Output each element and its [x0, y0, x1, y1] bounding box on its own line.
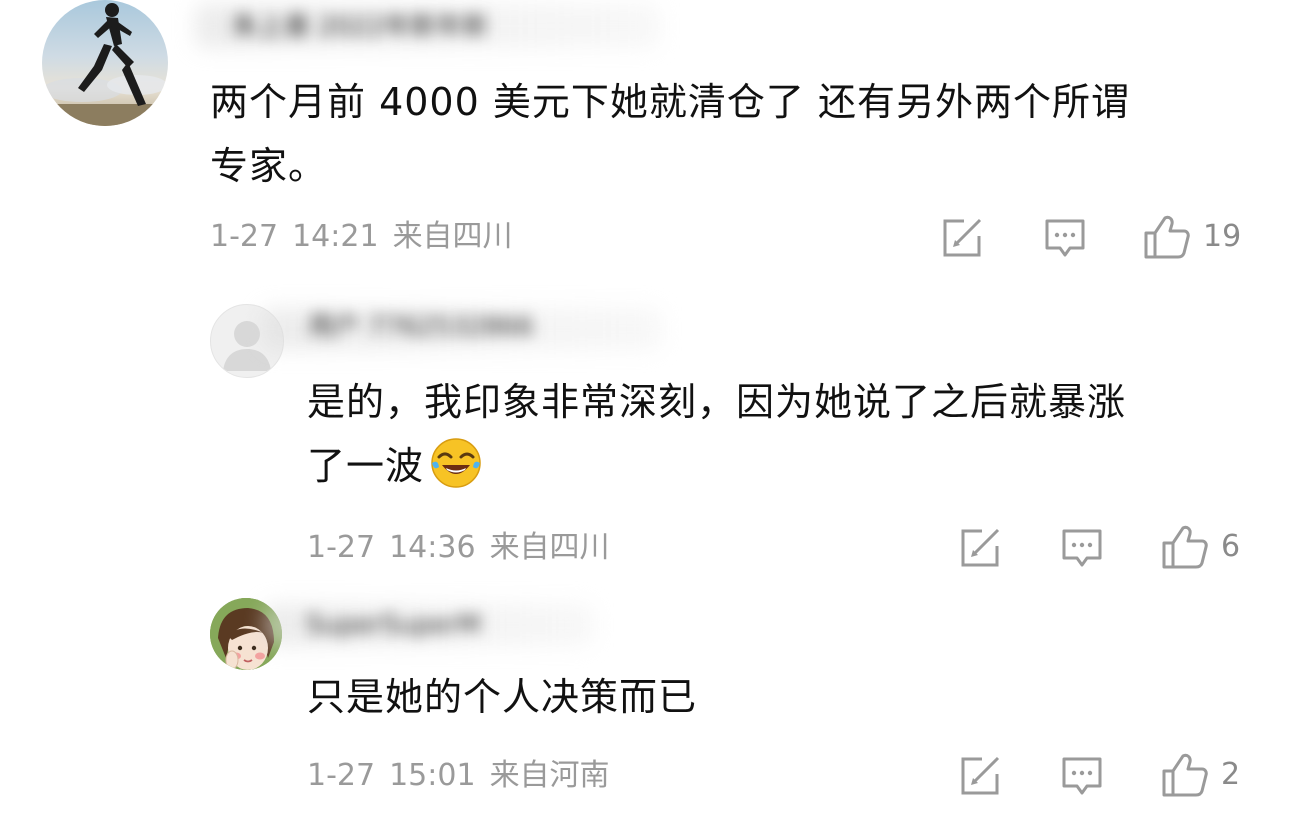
- comment-meta: 1-27 15:01 来自河南: [307, 758, 610, 794]
- comment-date: 1-27: [307, 758, 376, 793]
- comment-bubble-icon: [1062, 757, 1102, 795]
- like-button[interactable]: 2: [1161, 752, 1240, 798]
- comment-bubble-icon: [1045, 219, 1085, 257]
- like-count: 2: [1221, 757, 1241, 792]
- username[interactable]: 用户 7762532866: [308, 312, 534, 342]
- runner-silhouette-icon: [42, 3, 168, 126]
- comment-time: 14:21: [292, 219, 379, 254]
- like-count: 6: [1221, 529, 1241, 564]
- reply-button[interactable]: [1061, 528, 1103, 568]
- share-button[interactable]: [960, 756, 1002, 796]
- username[interactable]: SuperSuperM: [306, 610, 481, 640]
- thumbs-up-icon: [1144, 215, 1190, 259]
- comment-item: 朱上善 2022年新年新 两个月前 4000 美元下她就清仓了 还有另外两个所谓…: [0, 0, 1290, 280]
- laughing-crying-emoji-icon: [431, 438, 481, 488]
- like-button[interactable]: 6: [1161, 524, 1240, 570]
- reply-button[interactable]: [1061, 756, 1103, 796]
- comment-location: 来自四川: [392, 219, 513, 254]
- comment-time: 14:36: [389, 530, 476, 565]
- share-button[interactable]: [960, 528, 1002, 568]
- comment-time: 15:01: [389, 758, 476, 793]
- comment-text-line: 两个月前 4000 美元下她就清仓了 还有另外两个所谓: [210, 80, 1130, 124]
- share-edit-icon: [961, 756, 1000, 795]
- reply-button[interactable]: [1044, 218, 1086, 258]
- comment-location: 来自河南: [489, 758, 610, 793]
- thumbs-up-icon: [1162, 753, 1208, 797]
- comment-text-line: 专家。: [210, 144, 328, 188]
- comment-item: SuperSuperM 只是她的个人决策而已 1-27 15:01 来自河南 2: [0, 590, 1290, 825]
- comment-text: 两个月前 4000 美元下她就清仓了 还有另外两个所谓 专家。: [210, 70, 1270, 198]
- comment-meta: 1-27 14:21 来自四川: [210, 219, 513, 255]
- comment-date: 1-27: [210, 219, 279, 254]
- comment-bubble-icon: [1062, 529, 1102, 567]
- comment-date: 1-27: [307, 530, 376, 565]
- comment-text-segment: 了一波: [307, 444, 425, 488]
- comment-location: 来自四川: [489, 530, 610, 565]
- comment-item: 用户 7762532866 是的，我印象非常深刻，因为她说了之后就暴涨 了一波 …: [0, 290, 1290, 590]
- comment-text-line: 了一波: [307, 434, 1267, 498]
- share-edit-icon: [961, 528, 1000, 567]
- comment-meta: 1-27 14:36 来自四川: [307, 530, 610, 566]
- user-avatar[interactable]: [42, 0, 168, 126]
- comment-text: 只是她的个人决策而已: [307, 665, 1267, 729]
- thumbs-up-icon: [1162, 525, 1208, 569]
- share-button[interactable]: [942, 218, 984, 258]
- username[interactable]: 朱上善 2022年新年新: [232, 12, 488, 42]
- share-edit-icon: [943, 218, 982, 257]
- like-button[interactable]: 19: [1143, 214, 1241, 260]
- comment-text: 是的，我印象非常深刻，因为她说了之后就暴涨 了一波: [307, 370, 1267, 498]
- comment-text-line: 只是她的个人决策而已: [307, 675, 698, 719]
- like-count: 19: [1203, 219, 1242, 254]
- comment-text-line: 是的，我印象非常深刻，因为她说了之后就暴涨: [307, 380, 1127, 424]
